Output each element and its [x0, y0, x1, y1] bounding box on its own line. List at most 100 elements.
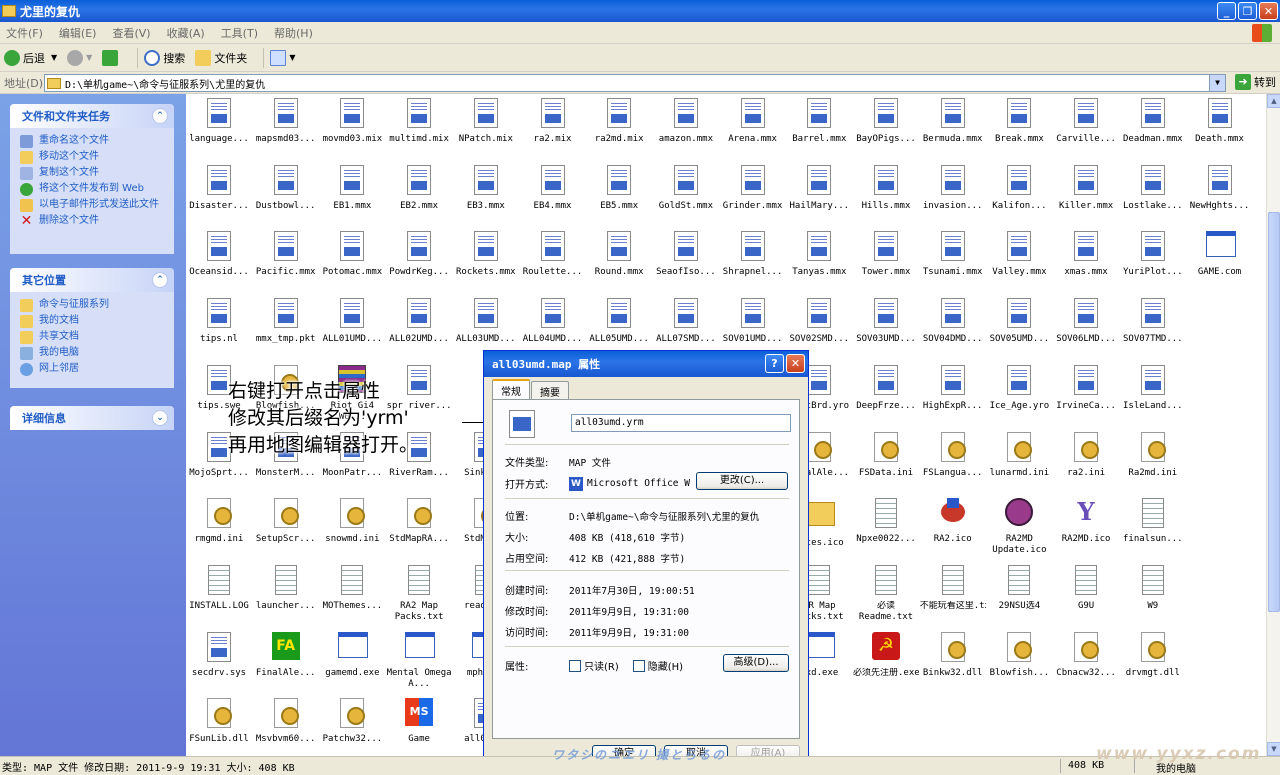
file-item[interactable]: ra2.ini	[1053, 431, 1119, 479]
file-item[interactable]: RA2.ico	[920, 498, 986, 545]
file-item[interactable]: Tanyas.mmx	[786, 231, 852, 278]
file-item[interactable]: movmd03.mix	[319, 98, 385, 145]
file-item[interactable]: Roulette...	[520, 231, 586, 278]
file-item[interactable]: GoldSt.mmx	[653, 164, 719, 212]
tab-general[interactable]: 常规	[492, 379, 530, 399]
file-item[interactable]: FSData.ini	[853, 431, 919, 479]
file-item[interactable]: ALL04UMD...	[520, 298, 586, 345]
file-item[interactable]: tips.nl	[186, 298, 252, 345]
file-item[interactable]: EB4.mmx	[520, 164, 586, 212]
file-item[interactable]: drvmgt.dll	[1120, 631, 1186, 679]
chevron-down-icon[interactable]: ▼	[289, 53, 295, 62]
scroll-down-button[interactable]: ▼	[1267, 742, 1280, 756]
file-item[interactable]: FSLangua...	[920, 431, 986, 479]
address-input[interactable]: D:\单机game~\命令与征服系列\尤里的复仇 ▼	[44, 74, 1226, 92]
search-button[interactable]: 搜索	[144, 49, 185, 66]
expand-icon[interactable]: ⌄	[152, 410, 168, 426]
file-item[interactable]: MOThemes...	[319, 564, 385, 612]
file-item[interactable]: Mental Omega A...	[386, 631, 452, 690]
file-item[interactable]: Blowfish...	[986, 631, 1052, 679]
file-item[interactable]: ALL05UMD...	[586, 298, 652, 345]
task-copy[interactable]: 复制这个文件	[20, 167, 164, 180]
file-item[interactable]: EB5.mmx	[586, 164, 652, 212]
file-item[interactable]: YuriPlot...	[1120, 231, 1186, 278]
menu-favorites[interactable]: 收藏(A)	[167, 25, 205, 41]
file-item[interactable]: SOV05UMD...	[986, 298, 1052, 345]
details-header[interactable]: 详细信息 ⌄	[10, 406, 174, 430]
file-item[interactable]: HighExpR...	[920, 364, 986, 412]
collapse-icon[interactable]: ⌃	[152, 108, 168, 124]
file-item[interactable]: Potomac.mmx	[319, 231, 385, 278]
file-item[interactable]: ALL03UMD...	[453, 298, 519, 345]
maximize-button[interactable]: ❐	[1238, 2, 1257, 20]
task-email[interactable]: 以电子邮件形式发送此文件	[20, 199, 164, 212]
file-item[interactable]: Kalifon...	[986, 164, 1052, 212]
scroll-up-button[interactable]: ▲	[1267, 94, 1280, 108]
help-button[interactable]: ?	[765, 354, 784, 373]
file-item[interactable]: amazon.mmx	[653, 98, 719, 145]
change-button[interactable]: 更改(C)...	[696, 472, 788, 490]
file-item[interactable]: Break.mmx	[986, 98, 1052, 145]
file-item[interactable]: Lostlake...	[1120, 164, 1186, 212]
file-item[interactable]: NewHghts...	[1187, 164, 1253, 212]
file-item[interactable]: Barrel.mmx	[786, 98, 852, 145]
file-item[interactable]: Pacific.mmx	[253, 231, 319, 278]
file-item[interactable]: snowmd.ini	[319, 498, 385, 545]
menu-tools[interactable]: 工具(T)	[221, 25, 258, 41]
file-item[interactable]: SOV02SMD...	[786, 298, 852, 345]
vertical-scrollbar[interactable]: ▲ ▼	[1266, 94, 1280, 756]
file-item[interactable]: gamemd.exe	[319, 631, 385, 679]
file-item[interactable]: Cbnacw32...	[1053, 631, 1119, 679]
chevron-down-icon[interactable]: ▼	[1209, 75, 1225, 91]
file-item[interactable]: 必读 Readme.txt	[853, 564, 919, 623]
file-item[interactable]: mapsmd03...	[253, 98, 319, 145]
file-item[interactable]: SOV07TMD...	[1120, 298, 1186, 345]
file-item[interactable]: FSunLib.dll	[186, 698, 252, 745]
menu-help[interactable]: 帮助(H)	[274, 25, 313, 41]
task-publish-web[interactable]: 将这个文件发布到 Web	[20, 183, 164, 196]
file-item[interactable]: PowdrKeg...	[386, 231, 452, 278]
file-item[interactable]: SeaofIso...	[653, 231, 719, 278]
checkbox-box[interactable]	[569, 659, 581, 672]
file-item[interactable]: ALL02UMD...	[386, 298, 452, 345]
file-item[interactable]: GAME.com	[1187, 231, 1253, 278]
file-item[interactable]: SOV04DMD...	[920, 298, 986, 345]
file-item[interactable]: RA2 Map Packs.txt	[386, 564, 452, 623]
tab-summary[interactable]: 摘要	[531, 381, 569, 399]
file-item[interactable]: Hills.mmx	[853, 164, 919, 212]
file-item[interactable]: ☭ 必须先注册.exe	[853, 631, 919, 679]
hidden-checkbox[interactable]: 隐藏(H)	[632, 658, 683, 673]
file-item[interactable]: secdrv.sys	[186, 631, 252, 679]
file-item[interactable]: Binkw32.dll	[920, 631, 986, 679]
file-item[interactable]: EB2.mmx	[386, 164, 452, 212]
file-item[interactable]: Carville...	[1053, 98, 1119, 145]
menu-view[interactable]: 查看(V)	[112, 25, 150, 41]
task-move[interactable]: 移动这个文件	[20, 151, 164, 164]
file-item[interactable]: Msvbvm60...	[253, 698, 319, 745]
file-item[interactable]: IrvineCa...	[1053, 364, 1119, 412]
file-item[interactable]: Arena.mmx	[720, 98, 786, 145]
file-item[interactable]: StdMapRA...	[386, 498, 452, 545]
file-item[interactable]: Ice_Age.yro	[986, 364, 1052, 412]
file-item[interactable]: MS Game	[386, 698, 452, 745]
menu-edit[interactable]: 编辑(E)	[59, 25, 97, 41]
go-button[interactable]: ➜ 转到	[1235, 74, 1276, 90]
dialog-close-button[interactable]: ✕	[786, 354, 805, 373]
place-cnc-series[interactable]: 命令与征服系列	[20, 299, 164, 312]
task-delete[interactable]: ✕ 删除这个文件	[20, 214, 164, 228]
file-item[interactable]: finalsun...	[1120, 498, 1186, 545]
checkbox-box[interactable]	[632, 659, 645, 672]
file-item[interactable]: ra2.mix	[520, 98, 586, 145]
minimize-button[interactable]: _	[1217, 2, 1236, 20]
up-button[interactable]	[102, 49, 121, 66]
file-item[interactable]: BayOPigs...	[853, 98, 919, 145]
file-item[interactable]: SOV06LMD...	[1053, 298, 1119, 345]
file-item[interactable]: Dustbowl...	[253, 164, 319, 212]
file-item[interactable]: DeepFrze...	[853, 364, 919, 412]
file-item[interactable]: ALL07SMD...	[653, 298, 719, 345]
forward-button[interactable]: ▼	[67, 49, 92, 66]
file-item[interactable]: lunarmd.ini	[986, 431, 1052, 479]
file-item[interactable]: ra2md.mix	[586, 98, 652, 145]
file-item[interactable]: 29NSU选4	[986, 564, 1052, 612]
menu-file[interactable]: 文件(F)	[6, 25, 43, 41]
